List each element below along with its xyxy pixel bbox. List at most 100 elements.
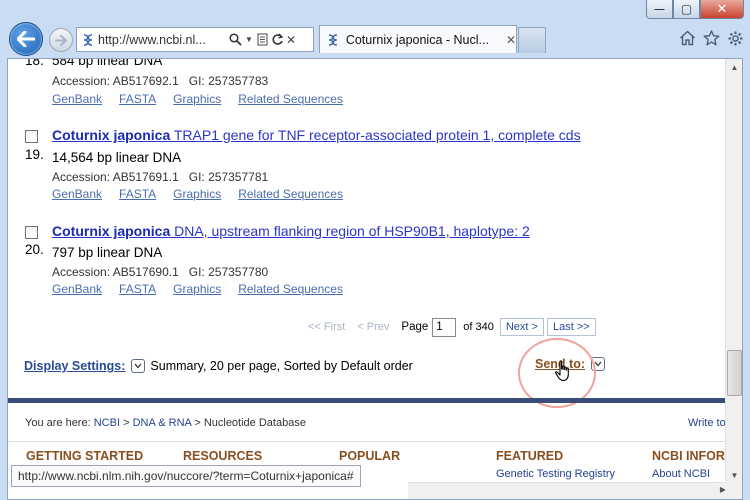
related-sequences-link[interactable]: Related Sequences (238, 282, 343, 296)
related-sequences-link[interactable]: Related Sequences (238, 187, 343, 201)
display-summary: Summary, 20 per page, Sorted by Default … (150, 359, 413, 373)
stop-icon[interactable]: ✕ (284, 32, 298, 48)
page-label: Page (401, 321, 429, 333)
footer-heading-resources: RESOURCES (183, 449, 263, 463)
result-number: 20. (25, 242, 44, 257)
scroll-up-icon[interactable]: ▲ (727, 59, 742, 75)
result-checkbox[interactable] (25, 226, 38, 239)
scroll-down-icon[interactable]: ▼ (727, 467, 742, 483)
result-title-link[interactable]: Coturnix japonica TRAP1 gene for TNF rec… (52, 127, 581, 143)
breadcrumb: You are here: NCBI > DNA & RNA > Nucleot… (25, 417, 727, 429)
graphics-link[interactable]: Graphics (173, 282, 221, 296)
site-favicon-icon (83, 33, 93, 46)
close-window-button[interactable]: ✕ (700, 0, 744, 19)
breadcrumb-label: You are here: (25, 417, 91, 429)
favorites-star-icon[interactable] (702, 29, 720, 47)
breadcrumb-sep: > (123, 417, 130, 429)
horizontal-scrollbar[interactable]: ▶ (408, 482, 742, 499)
minimize-button[interactable]: — (646, 0, 673, 19)
status-url-tooltip: http://www.ncbi.nlm.nih.gov/nuccore/?ter… (11, 465, 361, 487)
fasta-link[interactable]: FASTA (119, 282, 156, 296)
new-tab-button[interactable] (518, 27, 546, 53)
write-to-link[interactable]: Write to (688, 417, 726, 429)
about-ncbi-link[interactable]: About NCBI (652, 468, 710, 480)
display-settings-link[interactable]: Display Settings: (24, 359, 125, 373)
maximize-button[interactable]: ▢ (673, 0, 700, 19)
tab-title: Coturnix japonica - Nucl... (345, 32, 489, 47)
forward-button[interactable] (49, 28, 73, 52)
tab-close-icon[interactable]: ✕ (506, 33, 516, 47)
footer-divider-bar (8, 398, 727, 403)
result-checkbox[interactable] (25, 130, 38, 143)
browser-toolbar: http://www.ncbi.nl... ▼ ✕ Coturnix japon… (0, 20, 750, 58)
breadcrumb-ncbi[interactable]: NCBI (94, 417, 120, 429)
page-viewport: 18. 584 bp linear DNA Accession: AB51769… (7, 58, 743, 500)
chevron-down-icon (594, 361, 602, 367)
genbank-link[interactable]: GenBank (52, 92, 102, 106)
result-number: 19. (25, 147, 44, 162)
dropdown-arrow-icon[interactable]: ▼ (242, 32, 256, 48)
first-page-link: << First (308, 321, 346, 333)
footer-heading-featured: FEATURED (496, 449, 564, 463)
result-number: 18. (25, 58, 44, 68)
display-settings-row: Display Settings: Summary, 20 per page, … (24, 356, 724, 376)
breadcrumb-current: Nucleotide Database (203, 417, 306, 429)
send-to-dropdown[interactable] (591, 357, 605, 371)
graphics-link[interactable]: Graphics (173, 92, 221, 106)
gi-text: GI: 257357781 (188, 170, 269, 184)
address-bar[interactable]: http://www.ncbi.nl... ▼ ✕ (76, 27, 314, 52)
search-icon[interactable] (228, 32, 242, 48)
chevron-down-icon (134, 363, 142, 369)
fasta-link[interactable]: FASTA (119, 187, 156, 201)
fasta-link[interactable]: FASTA (119, 92, 156, 106)
breadcrumb-dna-rna[interactable]: DNA & RNA (133, 417, 192, 429)
prev-page-link: < Prev (357, 321, 390, 333)
maximize-icon: ▢ (680, 2, 693, 16)
accession-text: Accession: AB517692.1 (52, 74, 179, 88)
minimize-icon: — (654, 3, 665, 15)
page-number-input[interactable] (432, 317, 457, 337)
footer-heading-popular: POPULAR (339, 449, 401, 463)
back-arrow-icon (17, 31, 35, 47)
last-page-button[interactable]: Last >> (546, 318, 596, 336)
address-text: http://www.ncbi.nl... (98, 32, 206, 47)
result-title-link[interactable]: Coturnix japonica DNA, upstream flanking… (52, 223, 530, 239)
accession-text: Accession: AB517691.1 (52, 170, 179, 184)
page-total: of 340 (463, 321, 494, 333)
back-button[interactable] (9, 22, 43, 56)
result-links: GenBank FASTA Graphics Related Sequences (52, 92, 343, 106)
page-content: 18. 584 bp linear DNA Accession: AB51769… (8, 58, 735, 499)
next-page-button[interactable]: Next > (499, 318, 544, 336)
compatibility-view-icon[interactable] (256, 32, 270, 48)
refresh-icon[interactable] (270, 32, 284, 48)
footer-heading-ncbi-info: NCBI INFORM (652, 449, 736, 463)
genetic-testing-registry-link[interactable]: Genetic Testing Registry (496, 468, 615, 480)
genbank-link[interactable]: GenBank (52, 282, 102, 296)
result-size: 584 bp linear DNA (52, 58, 163, 68)
close-icon: ✕ (716, 1, 728, 16)
accession-text: Accession: AB517690.1 (52, 265, 179, 279)
breadcrumb-sep: > (194, 417, 201, 429)
result-accession: Accession: AB517691.1 GI: 257357781 (52, 170, 268, 184)
result-links: GenBank FASTA Graphics Related Sequences (52, 187, 343, 201)
browser-icons (678, 29, 744, 47)
graphics-link[interactable]: Graphics (173, 187, 221, 201)
scrollbar-corner (725, 482, 742, 499)
footer-heading-getting-started: GETTING STARTED (26, 449, 144, 463)
result-accession: Accession: AB517692.1 GI: 257357783 (52, 74, 268, 88)
home-icon[interactable] (678, 29, 696, 47)
pagination: << First < Prev Page of 340 Next > Last … (308, 317, 599, 337)
result-size: 14,564 bp linear DNA (52, 150, 182, 165)
scrollbar-thumb[interactable] (727, 350, 742, 396)
result-links: GenBank FASTA Graphics Related Sequences (52, 282, 343, 296)
tab-coturnix[interactable]: Coturnix japonica - Nucl... ✕ (319, 25, 517, 53)
genbank-link[interactable]: GenBank (52, 187, 102, 201)
vertical-scrollbar[interactable]: ▲ ▼ (725, 59, 742, 483)
settings-gear-icon[interactable] (726, 29, 744, 47)
gi-text: GI: 257357780 (188, 265, 269, 279)
forward-arrow-icon (55, 34, 67, 46)
result-accession: Accession: AB517690.1 GI: 257357780 (52, 265, 268, 279)
result-size: 797 bp linear DNA (52, 245, 163, 260)
display-settings-dropdown[interactable] (131, 359, 146, 373)
related-sequences-link[interactable]: Related Sequences (238, 92, 343, 106)
